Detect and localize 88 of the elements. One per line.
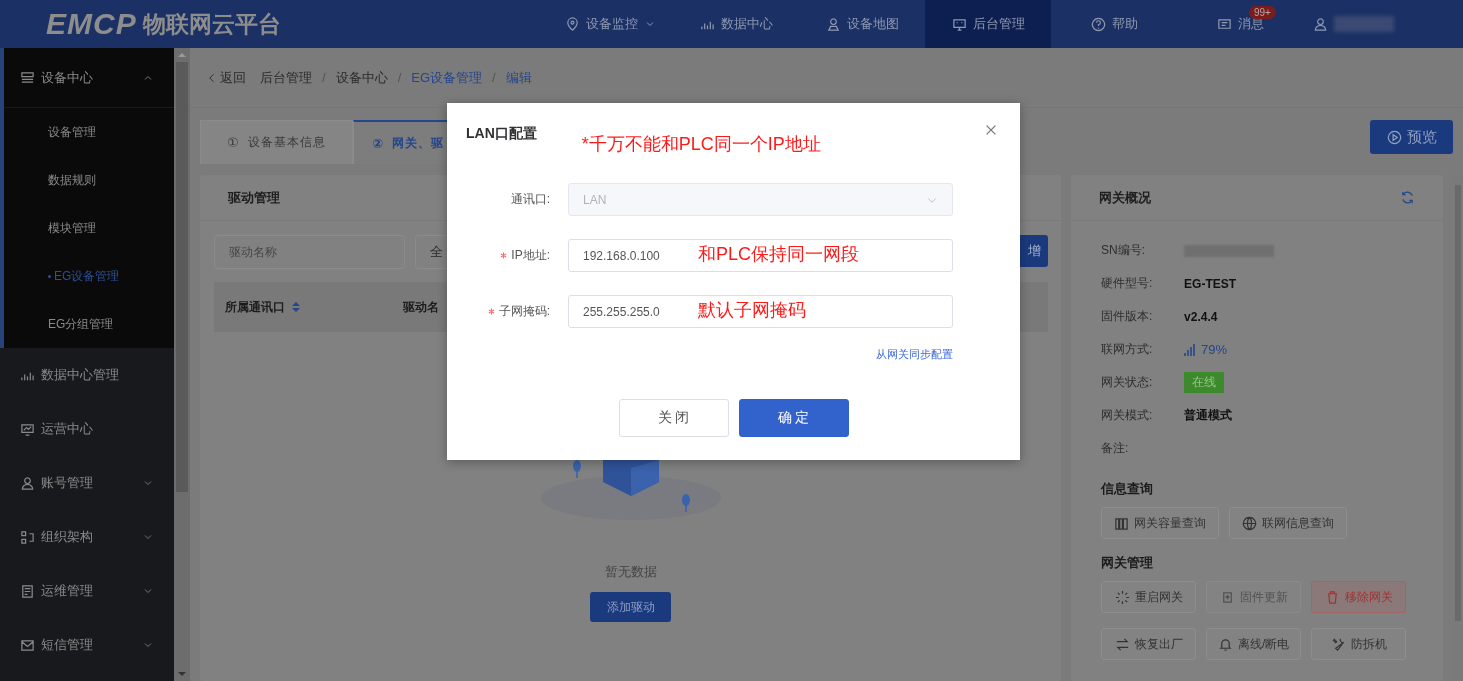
sidebar-item[interactable]: EG设备管理 [4,252,174,300]
field-label: 联网方式: [1101,341,1154,358]
column-header[interactable]: 所属通讯口 [225,298,403,316]
play-icon [1386,129,1402,145]
field-label: 网关模式: [1101,407,1154,424]
bell-icon [1217,636,1233,652]
section-title: 信息查询 [1101,480,1155,498]
breadcrumb-separator: / [322,70,326,85]
breadcrumb-item[interactable]: 设备中心 [335,68,388,87]
field-label: 固件版本: [1101,308,1154,325]
status-tag: 在线 [1184,372,1225,393]
field-label: 子网掩码: [498,303,550,320]
nav-item[interactable]: 设备监控 [547,0,673,48]
sidebar-group[interactable]: 账号管理 [0,456,174,510]
redacted-user-name [1334,16,1394,32]
nav-item[interactable]: 后台管理 [925,0,1051,48]
column-header[interactable]: 驱动名 [403,298,439,316]
nav-icon [951,16,967,32]
card-title: 网关概况 [1099,188,1152,207]
annotation-text: 和PLC保持同一网段 [698,243,859,266]
nav-item[interactable]: 设备地图 [799,0,925,48]
nav-icon [1216,16,1232,32]
gateway-action-button[interactable]: 重启网关 [1101,581,1197,613]
field-value: v2.4.4 [1184,309,1218,324]
menu-icon [20,583,35,599]
menu-icon [20,475,35,491]
nav-item[interactable]: 数据中心 [673,0,799,48]
field-value: 普通模式 [1184,407,1233,424]
card-title: 驱动管理 [228,188,280,207]
field-value: EG-TEST [1184,276,1237,291]
sort-icon[interactable] [291,301,301,313]
globe-icon [1242,515,1258,531]
menu-icon [20,421,35,437]
field-label: 备注: [1101,440,1130,457]
close-button[interactable]: 关 闭 [618,399,729,437]
nav-icon [1090,16,1106,32]
gateway-action-button[interactable]: 联网信息查询 [1229,507,1348,539]
annotation-text: *千万不能和PLC同一个IP地址 [581,133,821,156]
sidebar-group[interactable]: 运营中心 [0,402,174,456]
back-link[interactable]: 返回 [206,68,246,87]
gateway-action-button[interactable]: 防拆机 [1311,628,1407,660]
confirm-button[interactable]: 确 定 [738,399,849,437]
gateway-action-button[interactable]: 网关容量查询 [1101,507,1220,539]
sidebar-group[interactable]: 短信管理 [0,618,174,672]
gateway-action-button[interactable]: 恢复出厂 [1101,628,1197,660]
breadcrumb-item[interactable]: 后台管理 [260,68,312,87]
refresh-icon[interactable] [1400,190,1416,205]
sync-config-link[interactable]: 从网关同步配置 [876,347,953,362]
gateway-action-button[interactable]: 离线/断电 [1206,628,1302,660]
scroll-up-icon[interactable] [177,52,187,58]
sidebar-group[interactable]: 运维管理 [0,564,174,618]
platform-name: 物联网云平台 [142,9,281,39]
breadcrumb-separator: / [397,70,402,85]
field-label: IP地址: [511,247,550,264]
tab[interactable]: ① 设备基本信息 [200,120,353,164]
sidebar-group[interactable]: 组织架构 [0,510,174,564]
menu-icon [20,637,35,653]
sidebar-item[interactable]: 模块管理 [4,204,174,252]
user-icon[interactable] [1313,16,1328,32]
menu-icon [20,529,35,545]
close-icon[interactable] [984,123,998,137]
nav-icon [825,16,841,32]
sidebar-item[interactable]: EG分组管理 [4,300,174,348]
signal-strength: 79% [1201,342,1228,357]
columns-icon [1114,515,1130,531]
field-label: 硬件型号: [1101,275,1154,292]
scrollbar[interactable] [174,48,190,681]
section-title: 网关管理 [1101,554,1155,572]
field-label: 通讯口: [510,191,550,208]
spinner-icon [1114,589,1130,605]
message-count-badge: 99+ [1249,6,1276,19]
scroll-down-icon[interactable] [177,671,187,677]
sidebar-group[interactable]: 数据中心管理 [0,348,174,402]
nav-icon [564,16,580,32]
sidebar-item[interactable]: 数据规则 [4,156,174,204]
logo-mark: EMCP [46,7,137,41]
menu-icon [20,70,35,85]
annotation-text: 默认子网掩码 [698,299,806,322]
nav-item[interactable]: 帮助 [1051,0,1177,48]
field-label: 网关状态: [1101,374,1154,391]
sidebar-item[interactable]: 设备管理 [4,108,174,156]
field-label: SN编号: [1101,242,1147,259]
preview-button[interactable]: 预览 [1370,120,1453,154]
wrench-icon [1330,636,1346,652]
swap-icon [1114,636,1130,652]
breadcrumb-separator: / [492,70,496,85]
add-driver-button[interactable]: 添加驱动 [590,592,672,622]
add-button[interactable]: 增 [1020,235,1049,267]
